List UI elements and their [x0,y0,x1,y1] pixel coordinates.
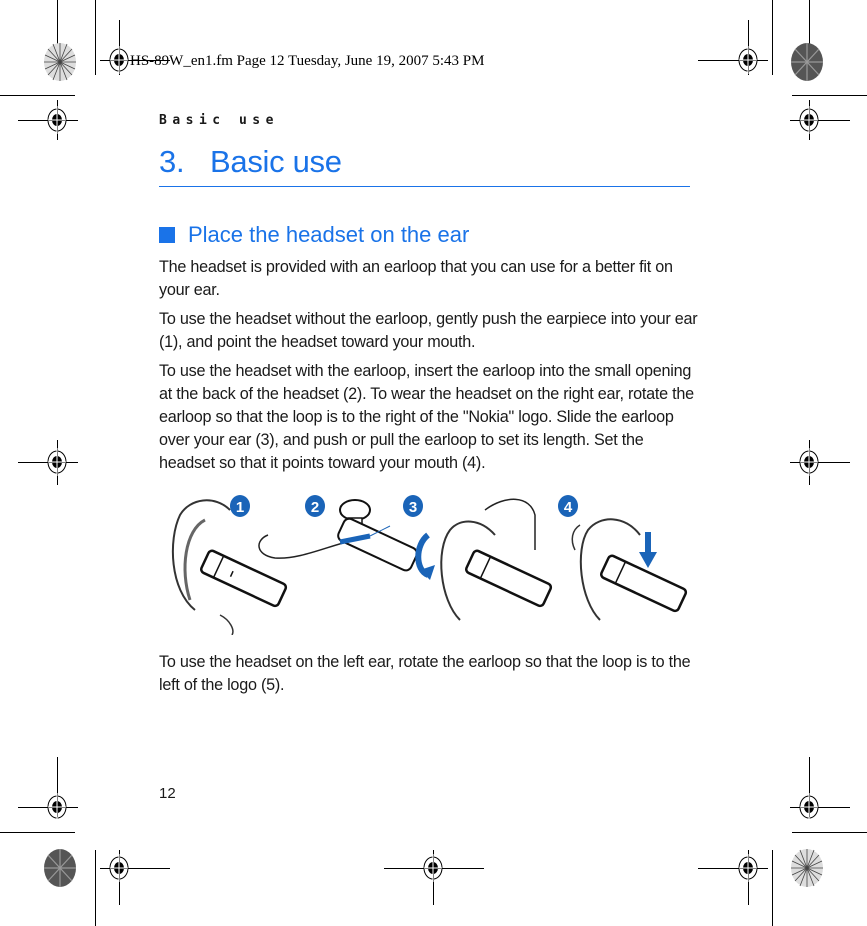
step-2-earloop-insert [258,499,418,572]
chapter-heading: 3. Basic use [159,144,342,180]
crop-mark [792,95,867,96]
step-badge-2: 2 [305,495,325,517]
crop-mark [95,850,96,926]
crop-mark [0,832,75,833]
page-number: 12 [159,785,176,802]
crop-mark [792,832,867,833]
starburst-mark-icon [791,43,823,81]
step-badge-label: 2 [311,499,319,516]
step-4-headset-adjust [571,518,688,621]
starburst-mark-icon [44,849,76,887]
registration-target-icon [47,793,67,821]
chapter-rule [159,186,690,187]
print-slug: HS-89W_en1.fm Page 12 Tuesday, June 19, … [130,53,485,69]
section-bullet-icon [159,227,175,243]
registration-target-icon [799,106,819,134]
registration-target-icon [738,854,758,882]
crop-mark [0,95,75,96]
running-header: Basic use [159,113,279,128]
step-badge-label: 3 [409,499,417,516]
registration-target-icon [799,448,819,476]
step-1-headset-in-ear [171,499,288,635]
step-badge-label: 1 [236,499,244,516]
registration-target-icon [799,793,819,821]
headset-wearing-illustration: 1 2 3 4 [171,495,688,635]
section-heading: Place the headset on the ear [159,222,469,248]
crop-mark [95,0,96,75]
paragraph: The headset is provided with an earloop … [159,258,673,299]
chapter-title: Basic use [210,144,342,179]
step-badge-label: 4 [564,499,573,516]
step-badge-4: 4 [558,495,578,517]
crop-mark [772,850,773,926]
starburst-mark-icon [791,849,823,887]
paragraph: To use the headset with the earloop, ins… [159,362,694,472]
registration-target-icon [47,106,67,134]
step-badge-1: 1 [230,495,250,517]
paragraph: To use the headset without the earloop, … [159,310,698,351]
paragraph: To use the headset on the left ear, rota… [159,653,691,694]
registration-target-icon [109,854,129,882]
registration-target-icon [738,46,758,74]
crop-mark [772,0,773,75]
step-badge-3: 3 [403,495,423,517]
chapter-number: 3. [159,144,185,179]
registration-target-icon [423,854,443,882]
section-title: Place the headset on the ear [188,222,470,247]
step-3-earloop-over-ear [415,498,553,621]
registration-target-icon [47,448,67,476]
starburst-mark-icon [44,43,76,81]
